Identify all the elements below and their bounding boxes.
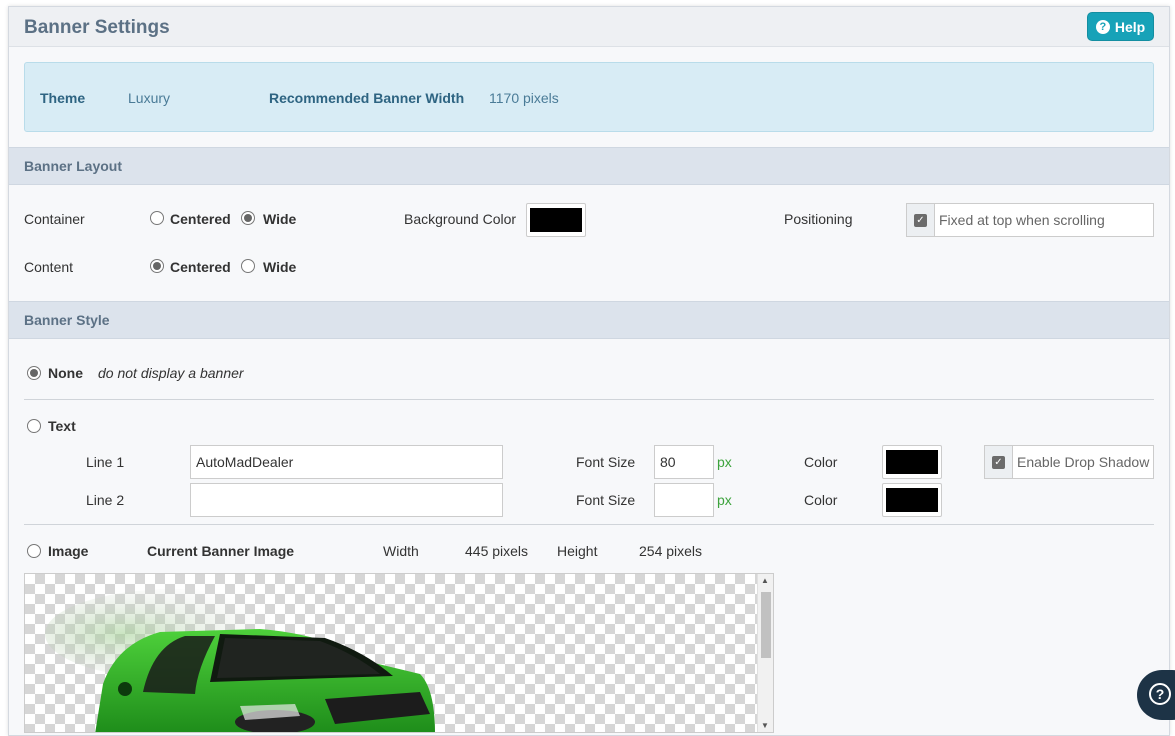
content-centered-label: Centered — [170, 259, 231, 275]
font-size-2-unit: px — [717, 492, 732, 508]
style-none-description: do not display a banner — [98, 365, 244, 381]
recommended-width-label: Recommended Banner Width — [269, 90, 465, 106]
divider — [24, 524, 1154, 525]
image-height-label: Height — [557, 543, 598, 559]
container-centered-radio[interactable] — [150, 211, 164, 225]
fixed-top-checkbox-group[interactable]: ✓ Fixed at top when scrolling — [906, 203, 1154, 237]
theme-info-box: Theme Luxury Recommended Banner Width 11… — [24, 62, 1154, 132]
container-label: Container — [24, 211, 85, 227]
scroll-up-icon[interactable]: ▲ — [761, 576, 769, 585]
help-button[interactable]: ? Help — [1087, 12, 1154, 41]
content-centered-radio[interactable] — [150, 259, 164, 273]
font-size-2-label: Font Size — [576, 492, 636, 508]
fixed-top-checkbox[interactable]: ✓ — [914, 213, 927, 227]
line1-input[interactable] — [190, 445, 503, 479]
banner-layout-title: Banner Layout — [24, 158, 123, 174]
container-wide-radio[interactable] — [241, 211, 255, 225]
line1-label: Line 1 — [86, 454, 125, 470]
content-wide-label: Wide — [263, 259, 297, 275]
font-size-1-input[interactable] — [654, 445, 714, 479]
car-image — [45, 589, 435, 732]
banner-image-preview[interactable]: ▲ ▼ — [24, 573, 774, 733]
image-width-value: 445 pixels — [465, 543, 529, 559]
page-title: Banner Settings — [24, 17, 170, 38]
style-image-label: Image — [48, 543, 89, 559]
text-color-1-swatch[interactable] — [882, 445, 942, 479]
drop-shadow-label: Enable Drop Shadow — [1017, 454, 1150, 470]
fixed-top-label: Fixed at top when scrolling — [939, 212, 1105, 228]
image-height-value: 254 pixels — [639, 543, 703, 559]
positioning-label: Positioning — [784, 211, 853, 227]
scrollbar-thumb[interactable] — [761, 592, 771, 658]
divider — [24, 399, 1154, 400]
question-circle-icon: ? — [1149, 683, 1171, 705]
background-color-label: Background Color — [404, 211, 517, 227]
image-width-label: Width — [383, 543, 419, 559]
banner-style-title: Banner Style — [24, 312, 110, 328]
recommended-width-value: 1170 pixels — [489, 90, 559, 106]
help-button-label: Help — [1114, 18, 1146, 35]
banner-style-section-header: Banner Style — [9, 301, 1169, 339]
preview-scrollbar[interactable]: ▲ ▼ — [757, 574, 773, 732]
banner-settings-panel: Banner Settings ? Help Theme Luxury Reco… — [8, 6, 1170, 736]
content-label: Content — [24, 259, 74, 275]
background-color-swatch[interactable] — [526, 203, 586, 237]
banner-layout-section-header: Banner Layout — [9, 147, 1169, 185]
style-image-radio[interactable] — [27, 544, 41, 558]
drop-shadow-checkbox-group[interactable]: ✓ Enable Drop Shadow — [984, 445, 1154, 479]
text-color-2-swatch[interactable] — [882, 483, 942, 517]
style-text-label: Text — [48, 418, 76, 434]
content-wide-radio[interactable] — [241, 259, 255, 273]
color-2-label: Color — [804, 492, 838, 508]
question-circle-icon: ? — [1095, 19, 1110, 34]
current-banner-image-label: Current Banner Image — [147, 543, 295, 559]
container-wide-label: Wide — [263, 211, 297, 227]
drop-shadow-checkbox[interactable]: ✓ — [992, 455, 1005, 469]
font-size-2-input[interactable] — [654, 483, 714, 517]
container-centered-label: Centered — [170, 211, 231, 227]
theme-value: Luxury — [128, 90, 171, 106]
style-none-radio[interactable] — [27, 366, 41, 380]
line2-input[interactable] — [190, 483, 503, 517]
font-size-1-unit: px — [717, 454, 732, 470]
color-1-label: Color — [804, 454, 838, 470]
theme-label: Theme — [40, 90, 86, 106]
line2-label: Line 2 — [86, 492, 125, 508]
panel-header: Banner Settings ? Help — [9, 7, 1169, 47]
style-none-label: None — [48, 365, 83, 381]
style-text-radio[interactable] — [27, 419, 41, 433]
scroll-down-icon[interactable]: ▼ — [761, 721, 769, 730]
font-size-1-label: Font Size — [576, 454, 636, 470]
